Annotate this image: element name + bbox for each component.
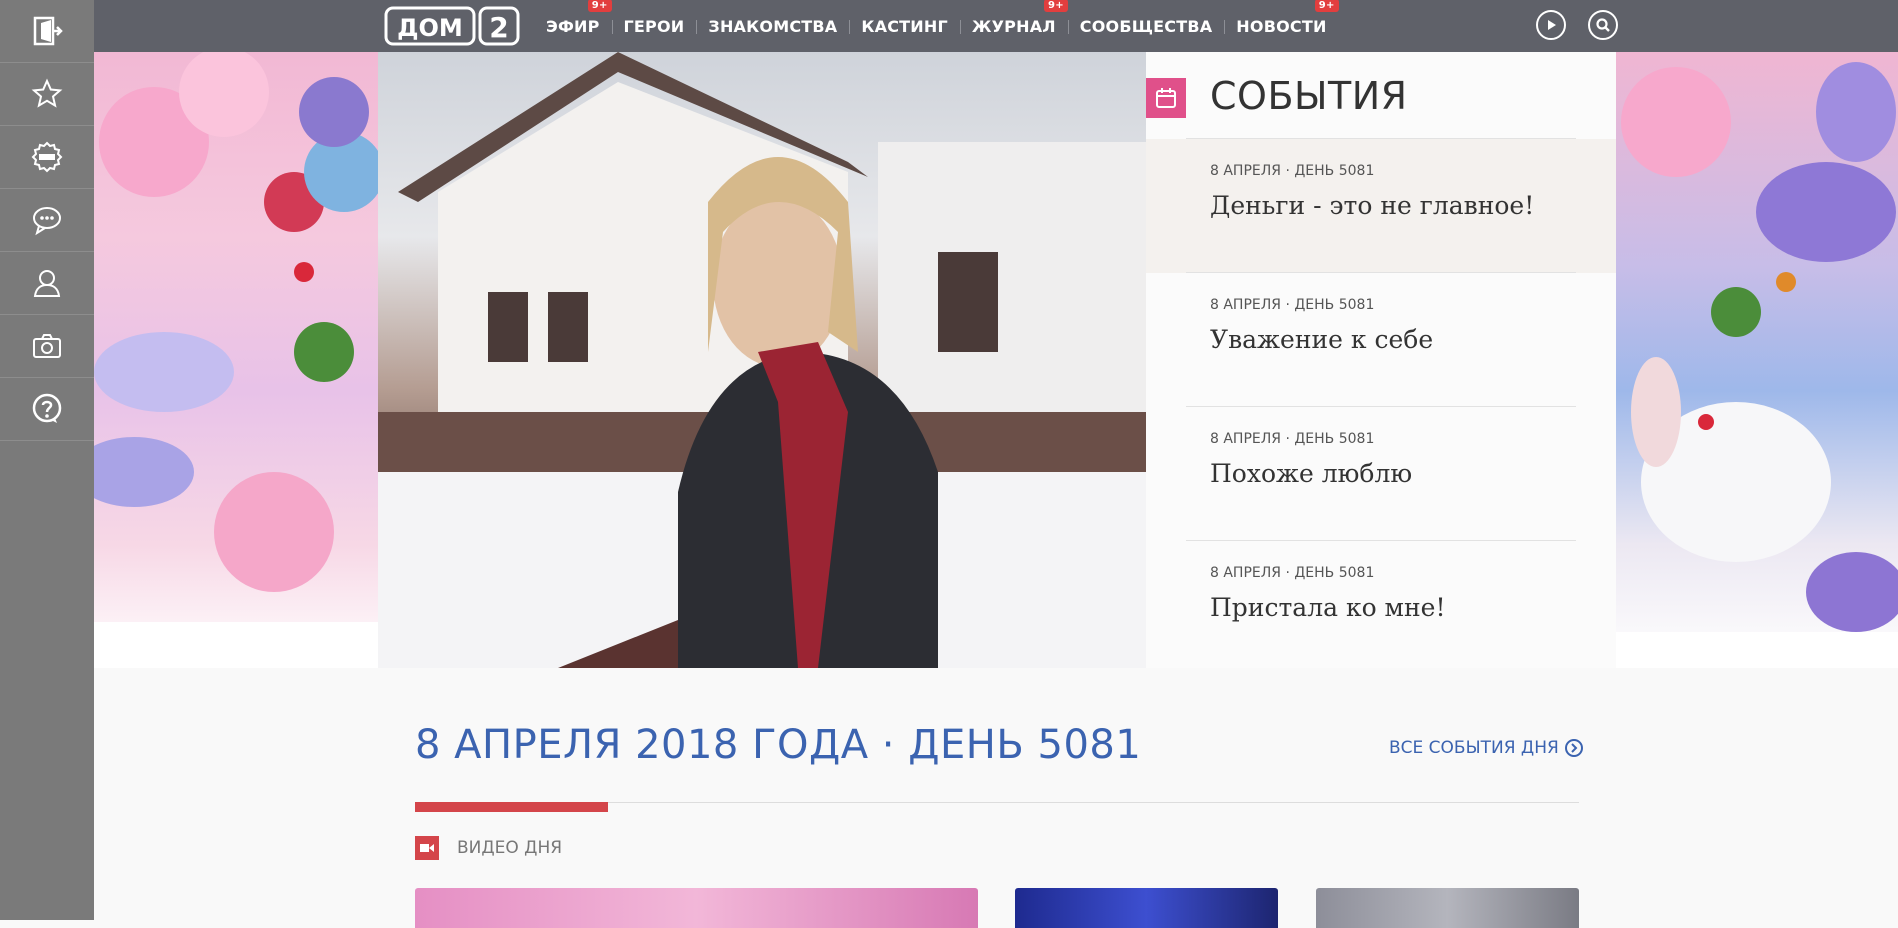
video-of-day-label: ВИДЕО ДНЯ — [457, 838, 563, 858]
nav-journal[interactable]: ЖУРНАЛ 9+ — [959, 0, 1068, 36]
nav-label: НОВОСТИ — [1236, 16, 1327, 36]
sidebar-profile[interactable] — [0, 252, 94, 315]
decorative-flowers-left — [94, 52, 378, 668]
hero-photo[interactable] — [378, 52, 1146, 668]
nav-heroes[interactable]: ГЕРОИ — [611, 16, 697, 36]
nav-label: КАСТИНГ — [861, 16, 948, 36]
sidebar-photos[interactable] — [0, 315, 94, 378]
event-date: 8 АПРЕЛЯ · ДЕНЬ 5081 — [1210, 163, 1375, 179]
sidebar-news[interactable] — [0, 126, 94, 189]
login-icon — [33, 16, 63, 46]
svg-text:2: 2 — [489, 11, 508, 44]
event-date: 8 АПРЕЛЯ · ДЕНЬ 5081 — [1210, 431, 1375, 447]
nav-dating[interactable]: ЗНАКОМСТВА — [696, 17, 849, 36]
camera-icon — [33, 334, 61, 358]
event-date: 8 АПРЕЛЯ · ДЕНЬ 5081 — [1210, 565, 1375, 581]
all-events-link[interactable]: ВСЕ СОБЫТИЯ ДНЯ — [1389, 738, 1583, 758]
event-item[interactable]: 8 АПРЕЛЯ · ДЕНЬ 5081 Деньги - это не гла… — [1146, 139, 1616, 273]
user-icon — [33, 270, 61, 297]
event-item[interactable]: 8 АПРЕЛЯ · ДЕНЬ 5081 Уважение к себе — [1146, 273, 1616, 407]
top-navigation-bar: ДОМ 2 ЭФИР 9+ ГЕРОИ ЗНАКОМСТВА КАСТИНГ Ж… — [94, 0, 1898, 52]
decorative-flowers-right — [1616, 52, 1898, 668]
day-heading: 8 АПРЕЛЯ 2018 ГОДА · ДЕНЬ 5081 — [415, 722, 1142, 768]
sidebar-help[interactable] — [0, 378, 94, 441]
video-thumbnail[interactable] — [1015, 888, 1278, 928]
news-icon — [31, 141, 63, 173]
event-title: Пристала ко мне! — [1210, 593, 1446, 622]
svg-text:ДОМ: ДОМ — [397, 14, 463, 42]
sidebar-favorites[interactable] — [0, 63, 94, 126]
sidebar-chat[interactable] — [0, 189, 94, 252]
main-nav: ЭФИР 9+ ГЕРОИ ЗНАКОМСТВА КАСТИНГ ЖУРНАЛ … — [534, 0, 1339, 52]
events-heading: СОБЫТИЯ — [1210, 74, 1408, 118]
event-title: Уважение к себе — [1210, 325, 1434, 354]
event-item[interactable]: 8 АПРЕЛЯ · ДЕНЬ 5081 Похоже люблю — [1146, 407, 1616, 541]
video-of-day-header: ВИДЕО ДНЯ — [415, 836, 562, 860]
nav-label: ЖУРНАЛ — [971, 16, 1056, 36]
nav-casting[interactable]: КАСТИНГ — [849, 17, 960, 36]
play-icon — [1548, 20, 1556, 30]
hero-section: СОБЫТИЯ 8 АПРЕЛЯ · ДЕНЬ 5081 Деньги - эт… — [94, 52, 1898, 668]
search-icon — [1596, 18, 1610, 32]
event-title: Похоже люблю — [1210, 459, 1413, 488]
search-button[interactable] — [1588, 10, 1618, 40]
nav-efir[interactable]: ЭФИР 9+ — [534, 0, 612, 36]
events-panel: СОБЫТИЯ 8 АПРЕЛЯ · ДЕНЬ 5081 Деньги - эт… — [1146, 52, 1616, 668]
event-date: 8 АПРЕЛЯ · ДЕНЬ 5081 — [1210, 297, 1375, 313]
nav-label: ЗНАКОМСТВА — [708, 16, 838, 36]
chat-icon — [33, 207, 61, 236]
video-camera-icon — [415, 836, 439, 860]
dom2-logo[interactable]: ДОМ 2 — [384, 6, 520, 46]
event-item[interactable]: 8 АПРЕЛЯ · ДЕНЬ 5081 Пристала ко мне! — [1146, 541, 1616, 675]
notification-badge: 9+ — [1044, 0, 1068, 12]
star-icon — [31, 78, 63, 108]
nav-label: ЭФИР — [546, 16, 600, 36]
nav-news[interactable]: НОВОСТИ 9+ — [1224, 0, 1339, 36]
event-title: Деньги - это не главное! — [1210, 191, 1535, 220]
nav-label: СООБЩЕСТВА — [1079, 16, 1213, 36]
play-button[interactable] — [1536, 10, 1566, 40]
video-thumbnail[interactable] — [415, 888, 978, 928]
video-thumbnail[interactable] — [1316, 888, 1579, 928]
nav-communities[interactable]: СООБЩЕСТВА — [1067, 16, 1225, 36]
sidebar-login[interactable] — [0, 0, 94, 63]
nav-label: ГЕРОИ — [623, 16, 685, 36]
all-events-label: ВСЕ СОБЫТИЯ ДНЯ — [1389, 738, 1559, 758]
notification-badge: 9+ — [587, 0, 612, 12]
progress-fill — [415, 802, 608, 812]
chevron-right-icon — [1564, 739, 1583, 757]
calendar-icon — [1146, 78, 1186, 118]
help-icon — [32, 393, 62, 423]
left-sidebar — [0, 0, 94, 920]
notification-badge: 9+ — [1314, 0, 1339, 12]
